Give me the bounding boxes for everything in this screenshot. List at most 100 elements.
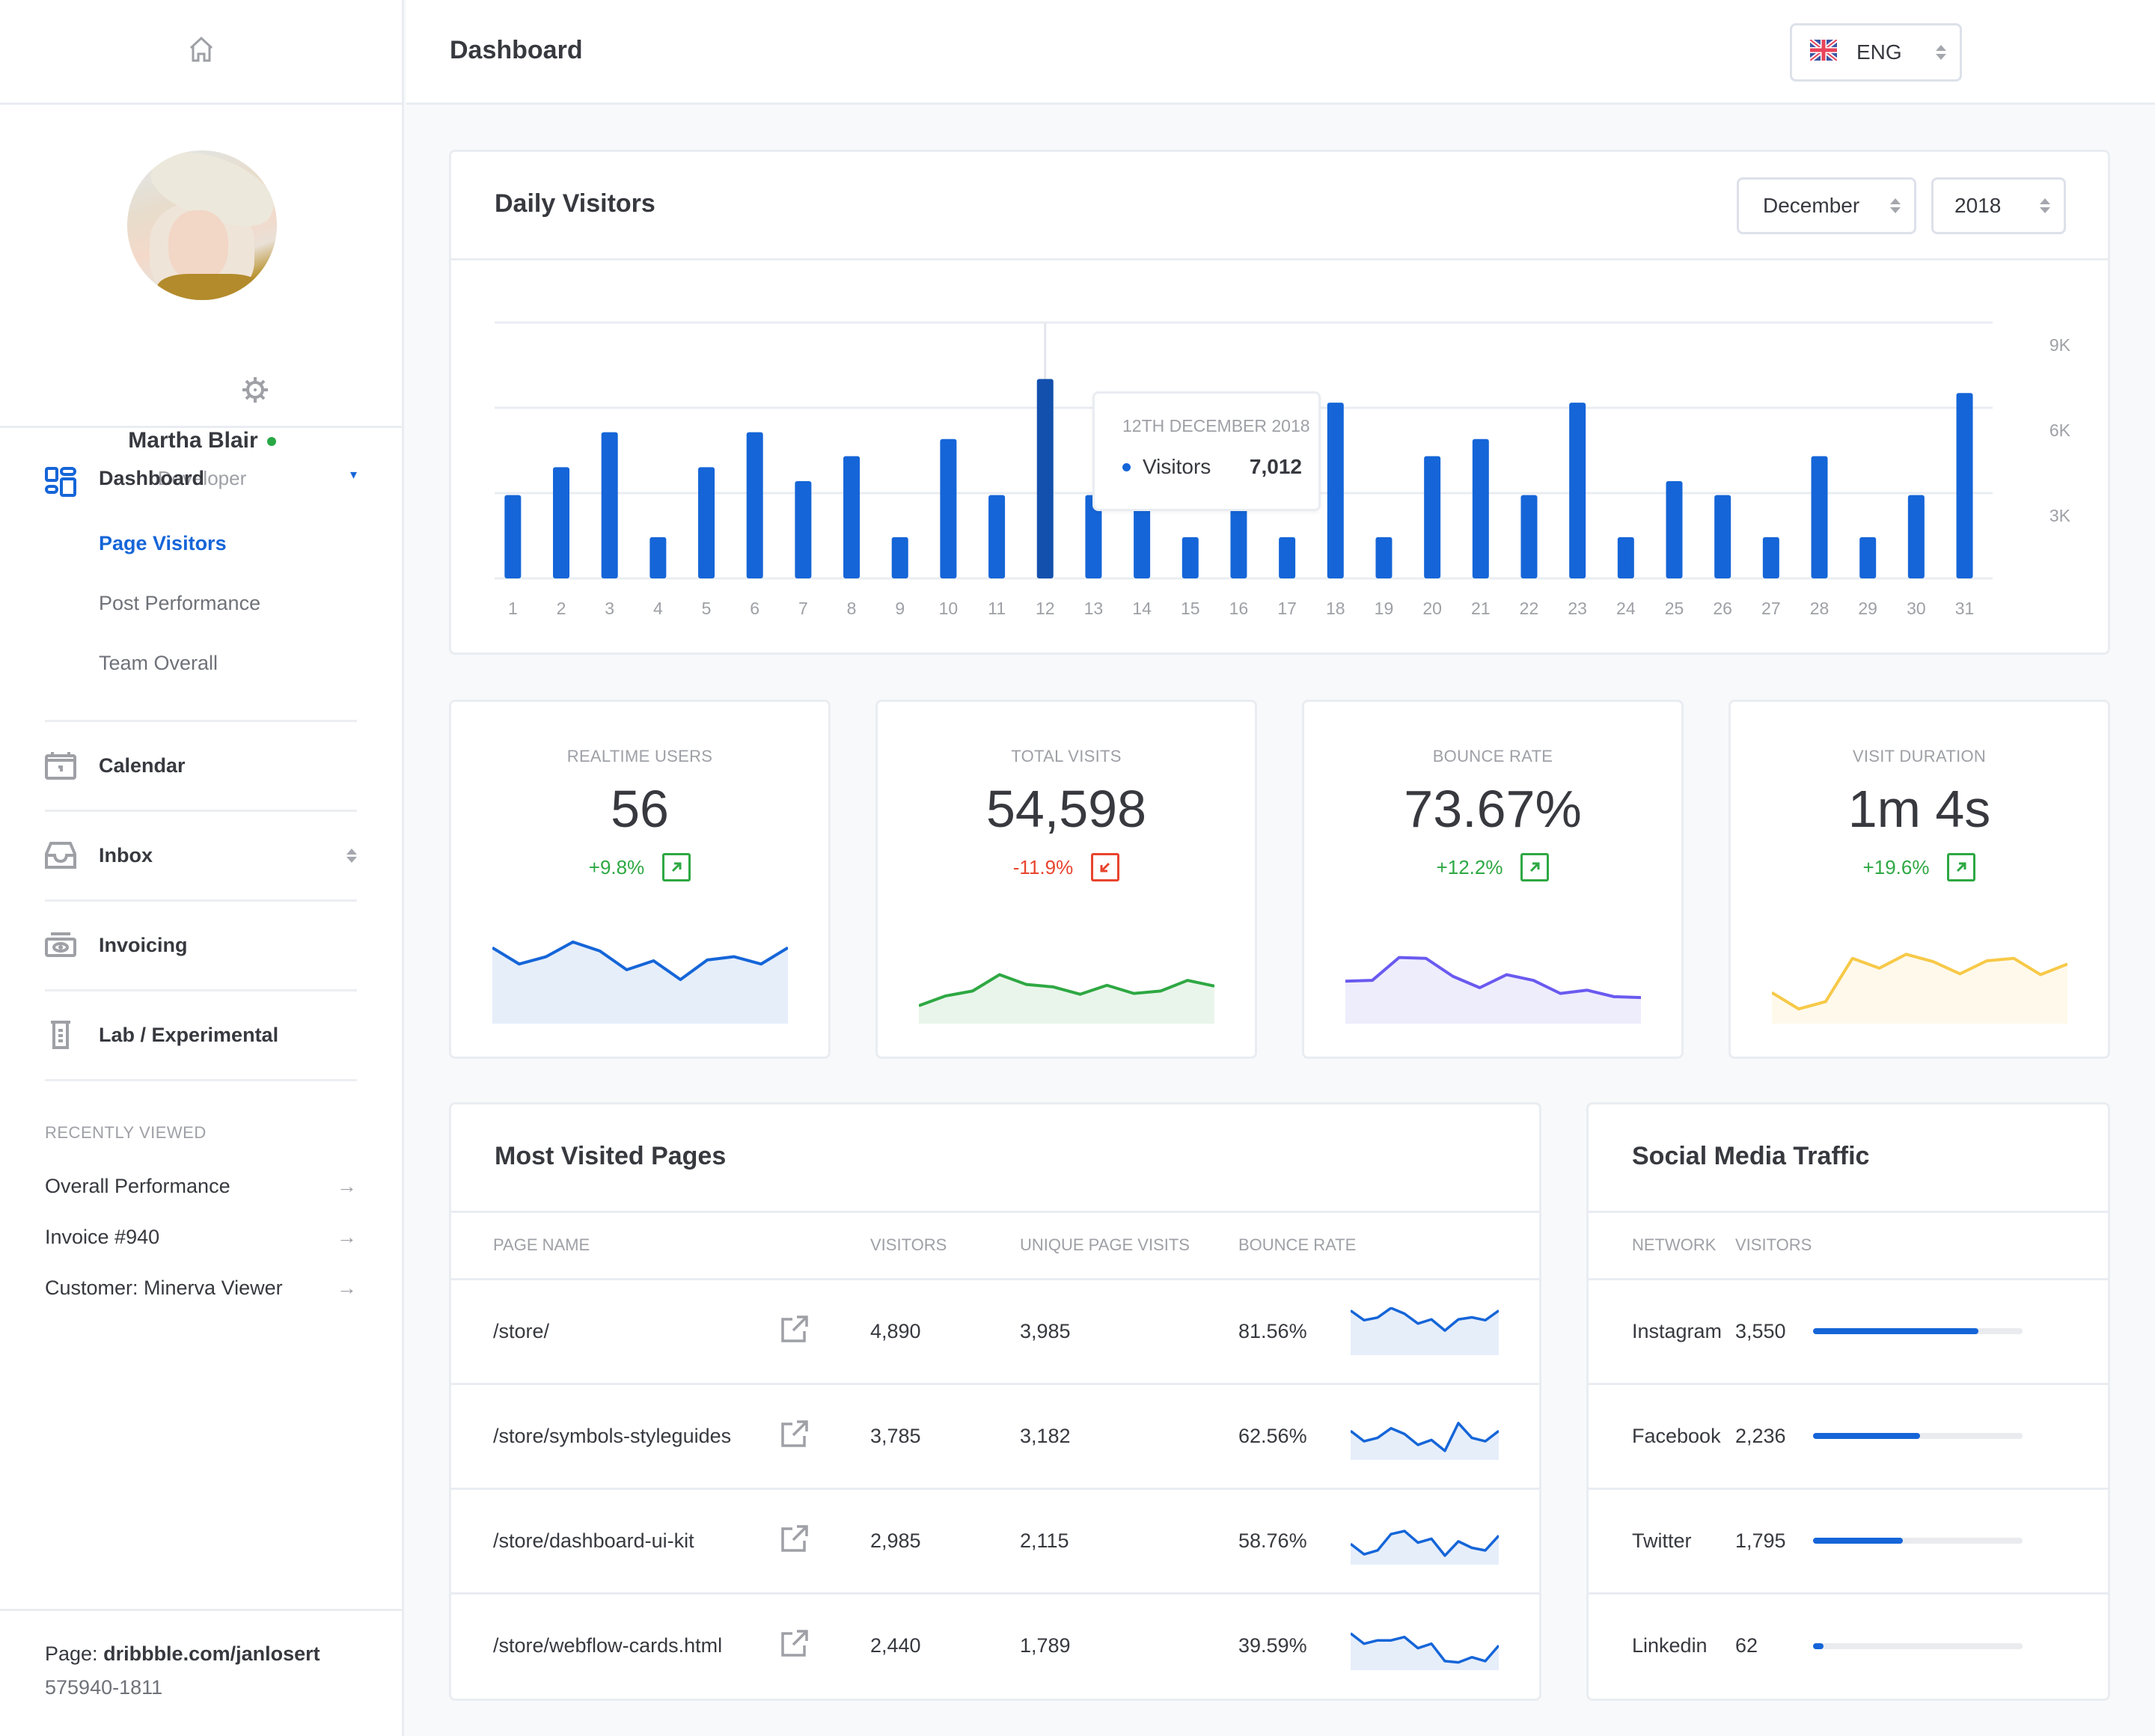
- recent-item-label: Overall Performance: [45, 1175, 230, 1197]
- x-tick-label: 2: [557, 599, 566, 618]
- bar[interactable]: [1327, 403, 1344, 578]
- progress-fill: [1813, 1538, 1904, 1544]
- sidebar-item-lab[interactable]: Lab / Experimental: [45, 991, 357, 1081]
- bar[interactable]: [1520, 495, 1538, 578]
- col-bounce-rate[interactable]: BOUNCE RATE: [1238, 1213, 1539, 1280]
- sort-arrows-icon[interactable]: [346, 849, 357, 863]
- col-visitors[interactable]: VISITORS: [1735, 1213, 1813, 1280]
- sidebar-item-dashboard[interactable]: Dashboard ▾: [45, 428, 357, 548]
- bar[interactable]: [1617, 537, 1634, 578]
- bar[interactable]: [553, 467, 570, 578]
- unique-visits: 3,985: [1020, 1279, 1238, 1385]
- recent-item[interactable]: Invoice #940 →: [45, 1211, 357, 1262]
- submenu-team-overall[interactable]: Team Overall: [99, 633, 357, 693]
- sidebar-item-invoicing[interactable]: Invoicing: [45, 902, 357, 991]
- col-page-name[interactable]: PAGE NAME: [451, 1213, 780, 1280]
- sidebar-item-inbox[interactable]: Inbox: [45, 812, 357, 902]
- x-tick-label: 18: [1326, 599, 1345, 618]
- y-tick-label: 9K: [2049, 335, 2071, 355]
- recently-viewed: RECENTLY VIEWED Overall Performance → Inv…: [0, 1123, 402, 1313]
- bar[interactable]: [1569, 403, 1586, 578]
- home-icon[interactable]: [186, 34, 216, 68]
- table-row: Instagram 3,550: [1589, 1279, 2108, 1385]
- stat-sparkline: [1772, 953, 2067, 1024]
- sidebar-item-label: Calendar: [99, 754, 186, 777]
- month-select[interactable]: December: [1737, 177, 1916, 234]
- recent-item-label: Invoice #940: [45, 1226, 160, 1248]
- x-tick-label: 30: [1907, 599, 1926, 618]
- footer-page-link[interactable]: dribbble.com/janlosert: [103, 1642, 320, 1665]
- x-tick-label: 25: [1665, 599, 1684, 618]
- col-progress: [1813, 1213, 2108, 1280]
- progress-cell: [1813, 1593, 2108, 1698]
- visitors: 2,440: [870, 1634, 921, 1657]
- external-link-icon[interactable]: [780, 1384, 870, 1490]
- language-select[interactable]: ENG: [1790, 23, 1962, 82]
- bar[interactable]: [1472, 438, 1489, 578]
- bar[interactable]: [1375, 537, 1393, 578]
- bar[interactable]: [1907, 495, 1925, 578]
- bar[interactable]: [1036, 379, 1054, 578]
- daily-visitors-card: Daily Visitors December 2018 3K 6K 9K 1 2 3 4 5…: [449, 150, 2110, 655]
- row-sparkline: [1351, 1529, 1499, 1565]
- bar[interactable]: [1956, 393, 1973, 578]
- sidebar-item-calendar[interactable]: Calendar: [45, 722, 357, 812]
- external-link-icon[interactable]: [780, 1279, 870, 1385]
- bar[interactable]: [843, 456, 861, 578]
- x-tick-label: 31: [1955, 599, 1975, 618]
- bar[interactable]: [795, 481, 812, 578]
- table-row: /store/ 4,890 3,985 81.56%: [451, 1279, 1539, 1385]
- month-value: December: [1763, 194, 1860, 217]
- external-link-icon[interactable]: [780, 1593, 870, 1698]
- sparkline-area: [919, 974, 1214, 1024]
- bar[interactable]: [698, 467, 715, 578]
- card-title: Most Visited Pages: [495, 1142, 727, 1170]
- year-select[interactable]: 2018: [1931, 177, 2066, 234]
- recent-item[interactable]: Overall Performance →: [45, 1161, 357, 1211]
- progress-bar: [1813, 1433, 2023, 1439]
- avatar[interactable]: [127, 150, 277, 300]
- bar[interactable]: [1666, 481, 1683, 578]
- bounce-rate-value: 81.56%: [1238, 1319, 1307, 1342]
- bar[interactable]: [1762, 537, 1779, 578]
- card-title: Daily Visitors: [495, 189, 655, 218]
- col-unique-visits[interactable]: UNIQUE PAGE VISITS: [1020, 1213, 1238, 1280]
- profile-settings-button[interactable]: [234, 370, 276, 412]
- x-tick-label: 4: [653, 599, 663, 618]
- bar[interactable]: [988, 495, 1006, 578]
- tooltip-legend-dot: [1122, 462, 1131, 471]
- bar[interactable]: [1714, 495, 1731, 578]
- page-name: /store/webflow-cards.html: [493, 1634, 723, 1657]
- progress-fill: [1813, 1642, 1824, 1649]
- caret-down-icon[interactable]: ▾: [350, 467, 357, 483]
- inbox-icon: [45, 840, 76, 872]
- bar[interactable]: [940, 438, 957, 578]
- unique-visits: 1,789: [1020, 1634, 1071, 1657]
- bar[interactable]: [1279, 537, 1296, 578]
- bar[interactable]: [1424, 456, 1441, 578]
- submenu-post-performance[interactable]: Post Performance: [99, 573, 357, 633]
- progress-fill: [1813, 1433, 1920, 1439]
- col-network[interactable]: NETWORK: [1589, 1213, 1735, 1280]
- recent-item[interactable]: Customer: Minerva Viewer →: [45, 1262, 357, 1313]
- bar[interactable]: [746, 432, 763, 578]
- bar[interactable]: [601, 432, 618, 578]
- bar[interactable]: [1811, 456, 1828, 578]
- stat-card: BOUNCE RATE 73.67% +12.2%: [1302, 700, 1684, 1059]
- x-tick-label: 29: [1858, 599, 1877, 618]
- bar[interactable]: [1182, 537, 1199, 578]
- external-link-icon[interactable]: [780, 1488, 870, 1595]
- bar[interactable]: [1859, 537, 1877, 578]
- card-title: Social Media Traffic: [1632, 1142, 1870, 1170]
- col-visitors[interactable]: VISITORS: [870, 1213, 1020, 1280]
- bar[interactable]: [649, 537, 667, 578]
- x-tick-label: 21: [1471, 599, 1491, 618]
- row-sparkline: [1351, 1632, 1499, 1670]
- stat-change: -11.9%: [1012, 855, 1074, 878]
- trend-up-arrow-icon: [662, 853, 691, 881]
- bar[interactable]: [891, 537, 908, 578]
- sparkline-area: [1351, 1308, 1499, 1355]
- network-name: Instagram: [1589, 1279, 1735, 1385]
- network-name: Twitter: [1589, 1488, 1735, 1595]
- bar[interactable]: [504, 495, 522, 578]
